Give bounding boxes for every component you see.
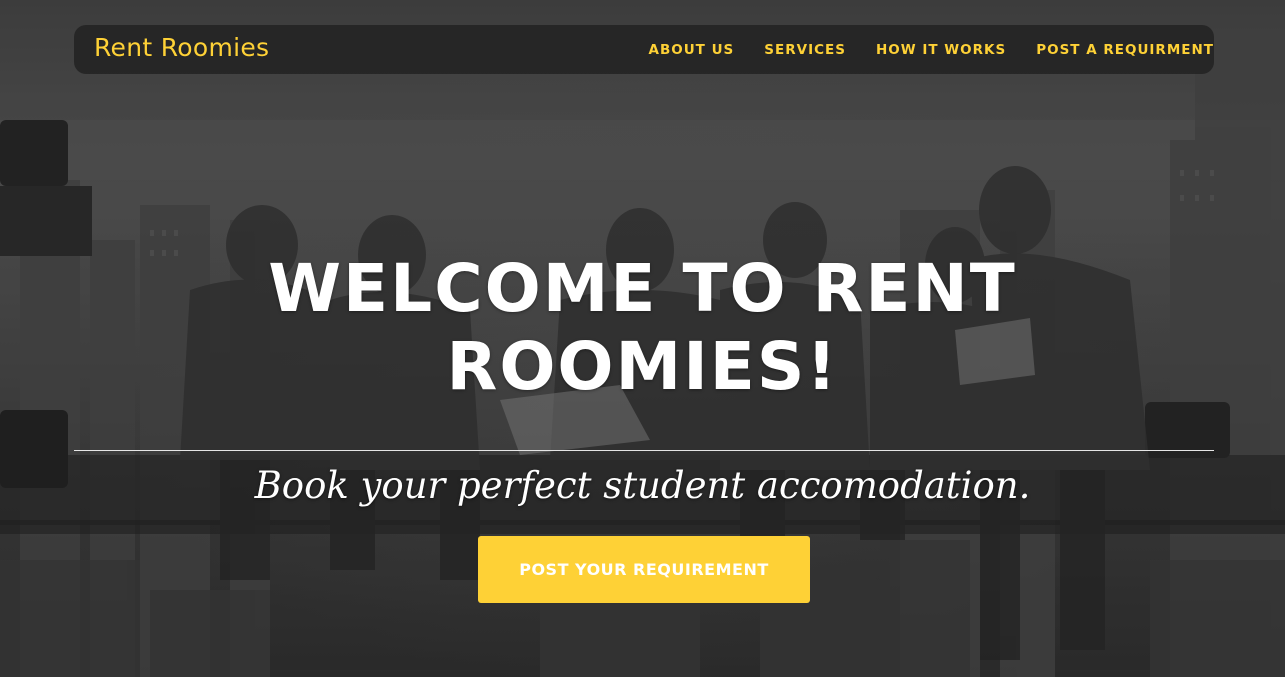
hero-subheading: Book your perfect student accomodation. [254,464,1031,507]
nav-links: ABOUT US SERVICES HOW IT WORKS POST A RE… [619,42,1215,58]
nav-link-how-it-works[interactable]: HOW IT WORKS [876,42,1006,58]
hero-headline-line-2: ROOMIES! [446,328,839,405]
hero-section: Rent Roomies ABOUT US SERVICES HOW IT WO… [0,0,1285,677]
nav-link-services[interactable]: SERVICES [764,42,846,58]
nav-link-about-us[interactable]: ABOUT US [649,42,735,58]
brand-logo-link[interactable]: Rent Roomies [94,33,269,62]
post-requirement-button[interactable]: POST YOUR REQUIREMENT [478,536,810,603]
hero-headline: WELCOME TO RENT ROOMIES! [0,250,1285,406]
hero-headline-line-1: WELCOME TO RENT [268,250,1017,327]
navbar: Rent Roomies ABOUT US SERVICES HOW IT WO… [74,25,1214,74]
hero-divider [74,450,1214,451]
nav-link-post-a-requirement[interactable]: POST A REQUIRMENT [1036,42,1214,58]
